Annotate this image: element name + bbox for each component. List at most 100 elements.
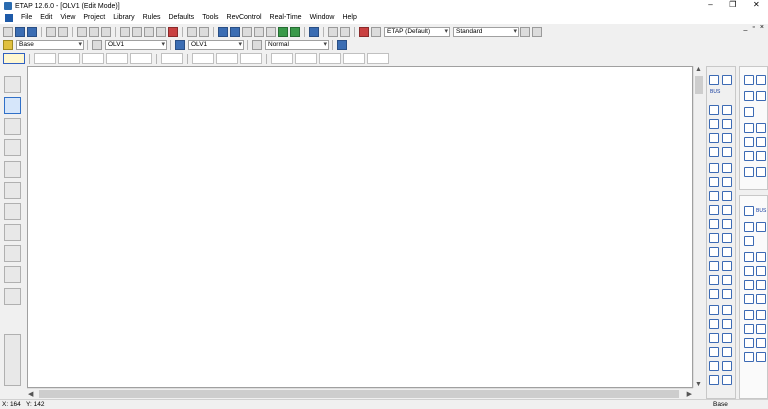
dc-meter-icon[interactable] (744, 338, 754, 348)
dc-static-load-icon[interactable] (756, 266, 766, 276)
bus-label[interactable]: BUS (710, 89, 720, 95)
dc-elementary-icon[interactable] (744, 352, 754, 362)
optimal-power-flow-icon[interactable] (295, 53, 317, 64)
remote-connector-icon[interactable] (709, 375, 719, 385)
menu-window[interactable]: Window (306, 12, 339, 24)
configuration-combo[interactable]: OLV1 (188, 39, 244, 50)
voltmeter-icon[interactable] (709, 275, 719, 285)
project-editor-icon[interactable] (4, 76, 21, 93)
hyperlink-icon[interactable] (278, 26, 288, 37)
menu-project[interactable]: Project (79, 12, 109, 24)
document-icon[interactable] (5, 14, 13, 22)
camera-icon[interactable] (337, 39, 347, 50)
minimize-button[interactable]: – (708, 0, 712, 9)
underground-raceway-icon[interactable] (4, 118, 21, 135)
solid-state-trip-icon[interactable] (756, 137, 766, 147)
dc-solar-icon[interactable] (756, 352, 766, 362)
menu-real-time[interactable]: Real-Time (266, 12, 306, 24)
static-load-icon[interactable] (709, 205, 719, 215)
grid-icon[interactable] (230, 26, 240, 37)
config-combo[interactable]: ETAP (Default) (384, 26, 450, 37)
menu-edit[interactable]: Edit (36, 12, 56, 24)
menu-rules[interactable]: Rules (139, 12, 165, 24)
ground-grid-system-icon[interactable] (4, 161, 21, 178)
zoom-out-icon[interactable] (144, 26, 154, 37)
oneline-view-icon[interactable] (92, 39, 102, 50)
multimeter-icon[interactable] (722, 289, 732, 299)
dc-cable-icon[interactable] (744, 222, 754, 232)
dc-motor-icon[interactable] (756, 252, 766, 262)
dc-relay-icon[interactable] (756, 324, 766, 334)
recycle-bin-icon[interactable] (4, 288, 21, 305)
menu-view[interactable]: View (56, 12, 79, 24)
dc-composite-icon[interactable] (744, 280, 754, 290)
dc-panel-icon[interactable] (756, 280, 766, 290)
battery-icon[interactable] (744, 252, 754, 262)
motor-relay-icon[interactable] (744, 123, 754, 133)
unbalanced-load-flow-icon[interactable] (271, 53, 293, 64)
dumpster-icon[interactable] (4, 139, 21, 156)
presentation-icon[interactable] (3, 39, 13, 50)
text-box-icon[interactable] (218, 26, 228, 37)
overcurrent-relay-icon[interactable] (744, 91, 754, 101)
ups-icon[interactable] (709, 319, 719, 329)
harmonic-icon[interactable] (106, 53, 128, 64)
new-icon[interactable] (3, 26, 13, 37)
help-icon[interactable] (359, 26, 369, 37)
scroll-left-arrow[interactable]: ◀ (28, 390, 33, 398)
svc-icon[interactable] (709, 333, 719, 343)
mov-icon[interactable] (722, 191, 732, 201)
dc-breaker-icon[interactable] (744, 236, 754, 246)
reactor-icon[interactable] (709, 119, 719, 129)
load-flow-icon[interactable] (34, 53, 56, 64)
tag-link-icon[interactable] (744, 151, 754, 161)
zoom-in-icon[interactable] (132, 26, 142, 37)
edit-mode-icon[interactable] (3, 53, 25, 64)
horizontal-scroll-thumb[interactable] (39, 390, 679, 398)
induction-motor-icon[interactable] (709, 177, 719, 187)
mode-combo[interactable]: Normal (265, 39, 329, 50)
find-icon[interactable] (340, 26, 350, 37)
menu-defaults[interactable]: Defaults (165, 12, 199, 24)
dc-bus-label[interactable]: BUS (756, 208, 766, 214)
load-tap-changer-icon[interactable] (756, 167, 766, 177)
redo-icon[interactable] (199, 26, 209, 37)
pv-array-icon[interactable] (722, 361, 732, 371)
differential-relay-icon[interactable] (756, 75, 766, 85)
filter-icon[interactable] (709, 219, 719, 229)
dc-switch-icon[interactable] (756, 310, 766, 320)
print-preview-icon[interactable] (58, 26, 68, 37)
dc-ups-icon[interactable] (756, 294, 766, 304)
protective-coordination-icon[interactable] (161, 53, 183, 64)
undo-icon[interactable] (187, 26, 197, 37)
ammeter-icon[interactable] (722, 261, 732, 271)
motor-starting-icon[interactable] (82, 53, 104, 64)
horizontal-scrollbar[interactable]: ◀ ▶ (27, 388, 693, 398)
schedule-report-icon[interactable] (309, 26, 319, 37)
relay-palette-icon[interactable] (744, 75, 754, 85)
pt-icon[interactable] (709, 261, 719, 271)
recloser-icon[interactable] (722, 347, 732, 357)
zoom-extents-icon[interactable] (168, 26, 178, 37)
configuration-icon[interactable] (175, 39, 185, 50)
menu-help[interactable]: Help (338, 12, 360, 24)
menu-file[interactable]: File (17, 12, 36, 24)
save-icon[interactable] (27, 26, 37, 37)
oneline-canvas[interactable] (27, 66, 693, 388)
menu-library[interactable]: Library (109, 12, 138, 24)
short-circuit-icon[interactable] (58, 53, 80, 64)
vertical-scroll-thumb[interactable] (695, 76, 703, 94)
dc-short-circuit-icon[interactable] (216, 53, 238, 64)
contactor-icon[interactable] (709, 347, 719, 357)
control-circuit-icon[interactable] (4, 245, 21, 262)
browse-icon[interactable] (328, 26, 338, 37)
reliability-icon[interactable] (319, 53, 341, 64)
grounding-icon[interactable] (709, 247, 719, 257)
impedance-icon[interactable] (722, 133, 732, 143)
capacitor-icon[interactable] (722, 205, 732, 215)
dc-contact-icon[interactable] (744, 324, 754, 334)
dc-pointer-icon[interactable] (744, 206, 754, 216)
check-continuity-icon[interactable] (242, 26, 252, 37)
paste-icon[interactable] (101, 26, 111, 37)
print-icon[interactable] (46, 26, 56, 37)
